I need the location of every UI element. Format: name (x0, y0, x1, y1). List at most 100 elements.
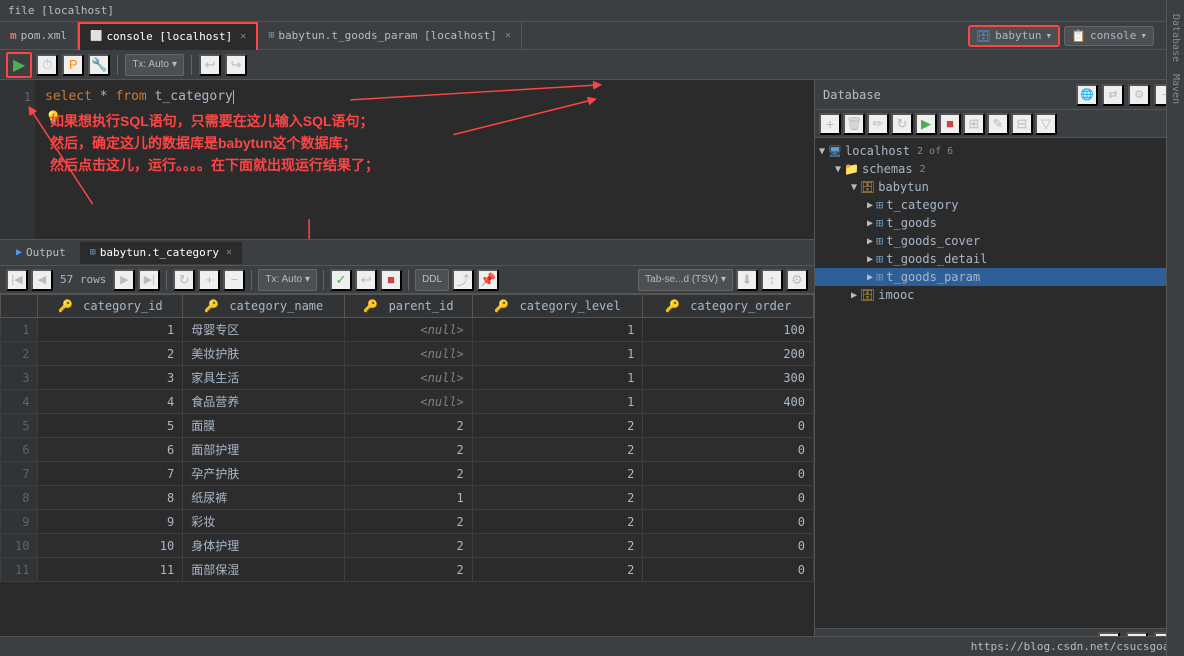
ddl-btn[interactable]: DDL (415, 269, 449, 291)
download-btn[interactable]: ⬇ (736, 269, 758, 291)
db-globe-btn[interactable]: 🌐 (1076, 84, 1098, 106)
db-console-btn[interactable]: ⊞ (963, 113, 985, 135)
table-row[interactable]: 44食品营养<null>1400 (1, 390, 814, 414)
redo-button[interactable]: ↪ (225, 54, 247, 76)
first-page-btn[interactable]: |◀ (6, 269, 28, 291)
tree-t-goods[interactable]: ▶ ⊞ t_goods (815, 214, 1184, 232)
side-tab-maven[interactable]: Maven (1168, 70, 1183, 108)
results-tab-output[interactable]: ▶ Output (6, 242, 76, 264)
transpose-btn[interactable]: ↕ (761, 269, 783, 291)
apply-btn[interactable]: ✓ (330, 269, 352, 291)
next-page-btn[interactable]: ▶ (113, 269, 135, 291)
refresh-btn[interactable]: ↻ (173, 269, 195, 291)
pom-icon: m (10, 29, 17, 42)
cell-category-name: 食品营养 (183, 390, 345, 414)
cell-category-level: 1 (472, 390, 643, 414)
tree-babytun[interactable]: ▼ 🗄 babytun (815, 178, 1184, 196)
db-dropdown-arrow[interactable]: ▾ (1045, 29, 1052, 42)
results-tab-category[interactable]: ⊞ babytun.t_category ✕ (80, 242, 242, 264)
tsv-selector[interactable]: Tab-se...d (TSV) ▾ (638, 269, 733, 291)
data-table-wrapper[interactable]: 🔑 category_id 🔑 category_name 🔑 parent_i… (0, 294, 814, 656)
table-row[interactable]: 66面部护理220 (1, 438, 814, 462)
db-schema-btn[interactable]: ✎ (987, 113, 1009, 135)
clock-button[interactable]: ⏱ (36, 54, 58, 76)
stop-btn[interactable]: ■ (380, 269, 402, 291)
cell-category-level: 2 (472, 510, 643, 534)
table-row[interactable]: 77孕产护肤220 (1, 462, 814, 486)
db-stop-btn[interactable]: ■ (939, 113, 961, 135)
tab-console[interactable]: ⬜ console [localhost] ✕ (78, 22, 258, 50)
prev-page-btn[interactable]: ◀ (31, 269, 53, 291)
localhost-badge: 2 of 6 (917, 146, 953, 157)
pin-btn[interactable]: 📌 (477, 269, 499, 291)
col-parent-id[interactable]: 🔑 parent_id (345, 295, 473, 318)
cell-parent-id: <null> (345, 318, 473, 342)
run-button[interactable]: ▶ (10, 54, 28, 76)
tab-pom[interactable]: m pom.xml (0, 22, 78, 50)
db-header-title: Database (823, 88, 881, 102)
db-add-btn[interactable]: + (819, 113, 841, 135)
table-row[interactable]: 1111面部保湿220 (1, 558, 814, 582)
tab-goods-param[interactable]: ⊞ babytun.t_goods_param [localhost] ✕ (258, 22, 522, 50)
table-row[interactable]: 55面膜220 (1, 414, 814, 438)
del-row-btn[interactable]: − (223, 269, 245, 291)
table-row[interactable]: 88纸尿裤120 (1, 486, 814, 510)
db-props-btn[interactable]: ⊟ (1011, 113, 1033, 135)
col-category-id[interactable]: 🔑 category_id (38, 295, 183, 318)
res-sep1 (166, 270, 167, 290)
console-dropdown-arrow[interactable]: ▾ (1140, 29, 1147, 42)
jump-btn[interactable]: ⤴ (452, 269, 474, 291)
db-edit-btn[interactable]: ✏ (867, 113, 889, 135)
code-content[interactable]: select * from t_category 💡 (35, 80, 814, 239)
tx-selector[interactable]: Tx: Auto ▾ (125, 54, 184, 76)
db-remove-btn[interactable]: 🗑 (843, 113, 865, 135)
settings-btn2[interactable]: ⚙ (786, 269, 808, 291)
side-tab-database[interactable]: Database (1168, 10, 1183, 66)
cell-category-id: 3 (38, 366, 183, 390)
cell-category-id: 2 (38, 342, 183, 366)
tree-t-goods-cover[interactable]: ▶ ⊞ t_goods_cover (815, 232, 1184, 250)
table-row[interactable]: 99彩妆220 (1, 510, 814, 534)
table-row[interactable]: 1010身体护理220 (1, 534, 814, 558)
db-sync-btn[interactable]: ⇄ (1102, 84, 1124, 106)
tab-console-close[interactable]: ✕ (240, 31, 246, 42)
tree-t-goods-detail[interactable]: ▶ ⊞ t_goods_detail (815, 250, 1184, 268)
wrench-button[interactable]: 🔧 (88, 54, 110, 76)
table-row[interactable]: 33家具生活<null>1300 (1, 366, 814, 390)
db-refresh-btn[interactable]: ↻ (891, 113, 913, 135)
undo-button[interactable]: ↩ (199, 54, 221, 76)
db-run-btn[interactable]: ▶ (915, 113, 937, 135)
imooc-label: imooc (878, 288, 914, 302)
tree-imooc[interactable]: ▶ 🗄 imooc (815, 286, 1184, 304)
console-selector[interactable]: 📋 console ▾ (1064, 26, 1154, 46)
category-close[interactable]: ✕ (226, 247, 232, 258)
db-selector-label: babytun (995, 29, 1041, 42)
col-category-order[interactable]: 🔑 category_order (643, 295, 814, 318)
tree-schemas[interactable]: ▼ 📁 schemas 2 (815, 160, 1184, 178)
title-text: file [localhost] (8, 4, 114, 17)
tx-auto-btn[interactable]: Tx: Auto ▾ (258, 269, 317, 291)
revert-btn[interactable]: ↩ (355, 269, 377, 291)
cell-parent-id: 2 (345, 510, 473, 534)
profile-button[interactable]: P (62, 54, 84, 76)
tree-t-goods-param[interactable]: ▶ ⊞ t_goods_param (815, 268, 1184, 286)
table-name: t_category (155, 89, 233, 104)
tree-localhost[interactable]: ▼ 🖥 localhost 2 of 6 (815, 142, 1184, 160)
db-settings-btn[interactable]: ⚙ (1128, 84, 1150, 106)
imooc-arrow: ▶ (851, 290, 857, 301)
table-row[interactable]: 22美妆护肤<null>1200 (1, 342, 814, 366)
t-goods-detail-arrow: ▶ (867, 254, 873, 265)
col-category-level[interactable]: 🔑 category_level (472, 295, 643, 318)
tree-t-category[interactable]: ▶ ⊞ t_category (815, 196, 1184, 214)
tab-goods-param-close[interactable]: ✕ (505, 30, 511, 41)
table-row[interactable]: 11母婴专区<null>1100 (1, 318, 814, 342)
editor-area[interactable]: 1 select * from t_category 💡 如果想执行SQL语句，… (0, 80, 814, 240)
cell-category-name: 美妆护肤 (183, 342, 345, 366)
col-category-name[interactable]: 🔑 category_name (183, 295, 345, 318)
db-selector[interactable]: 🗄 babytun ▾ (968, 25, 1060, 47)
cell-rownum: 5 (1, 414, 38, 438)
add-row-btn[interactable]: + (198, 269, 220, 291)
sep2 (191, 55, 192, 75)
last-page-btn[interactable]: ▶| (138, 269, 160, 291)
db-filter-btn[interactable]: ▽ (1035, 113, 1057, 135)
